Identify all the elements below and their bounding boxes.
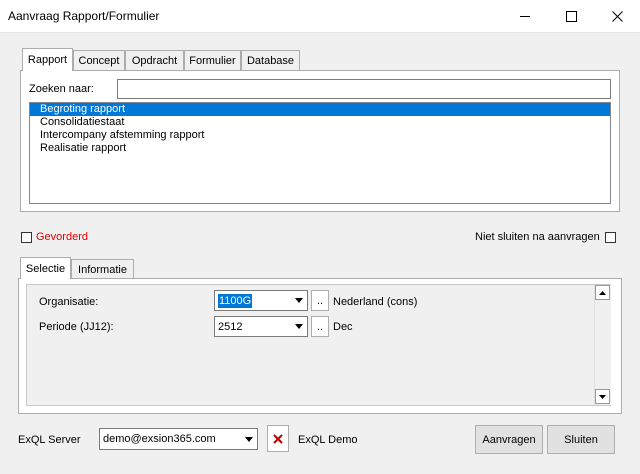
period-value: 2512: [218, 321, 243, 333]
server-value: demo@exsion365.com: [103, 433, 216, 445]
selection-scrollbar[interactable]: [594, 285, 611, 405]
organisation-value: 1100G: [218, 294, 253, 308]
period-label: Periode (JJ12):: [39, 321, 114, 333]
organisation-combobox[interactable]: 1100G: [214, 290, 308, 311]
scroll-up-icon: [599, 290, 606, 295]
close-window-button[interactable]: [594, 0, 640, 32]
period-browse-button[interactable]: ..: [311, 316, 329, 337]
tab-selectie[interactable]: Selectie: [20, 257, 71, 279]
delete-server-button[interactable]: [267, 425, 289, 452]
advanced-checkbox[interactable]: [21, 232, 32, 243]
search-input[interactable]: [117, 79, 611, 99]
tab-concept[interactable]: Concept: [73, 50, 125, 70]
period-dropdown-button[interactable]: [290, 317, 307, 336]
organisation-label: Organisatie:: [39, 296, 99, 308]
maximize-button[interactable]: [548, 0, 594, 32]
window-title: Aanvraag Rapport/Formulier: [8, 9, 160, 23]
tab-database[interactable]: Database: [241, 50, 300, 70]
chevron-down-icon: [294, 324, 303, 329]
tab-rapport[interactable]: Rapport: [22, 48, 73, 71]
keep-open-label: Niet sluiten na aanvragen: [475, 231, 600, 243]
server-label: ExQL Server: [18, 434, 81, 446]
minimize-button[interactable]: [502, 0, 548, 32]
minimize-icon: [519, 15, 530, 17]
keep-open-checkbox[interactable]: [605, 232, 616, 243]
close-button[interactable]: Sluiten: [547, 425, 615, 454]
organisation-dropdown-button[interactable]: [290, 291, 307, 310]
chevron-down-icon: [294, 298, 303, 303]
organisation-description: Nederland (cons): [333, 296, 418, 308]
request-button[interactable]: Aanvragen: [475, 425, 543, 454]
report-list[interactable]: Begroting rapport Consolidatiestaat Inte…: [29, 102, 611, 204]
tab-formulier[interactable]: Formulier: [184, 50, 241, 70]
server-combobox[interactable]: demo@exsion365.com: [99, 428, 258, 450]
list-item[interactable]: Begroting rapport: [30, 103, 610, 116]
tab-informatie[interactable]: Informatie: [71, 259, 134, 279]
list-item[interactable]: Realisatie rapport: [30, 142, 610, 155]
maximize-icon: [565, 10, 577, 22]
list-item[interactable]: Consolidatiestaat: [30, 116, 610, 129]
scroll-down-icon: [599, 394, 606, 399]
server-name: ExQL Demo: [298, 434, 358, 446]
tab-opdracht[interactable]: Opdracht: [125, 50, 184, 70]
scroll-down-button[interactable]: [595, 389, 610, 404]
advanced-label: Gevorderd: [36, 231, 88, 243]
scroll-up-button[interactable]: [595, 285, 610, 300]
chevron-down-icon: [244, 436, 253, 442]
search-label: Zoeken naar:: [29, 83, 94, 95]
delete-icon: [273, 433, 283, 444]
organisation-browse-button[interactable]: ..: [311, 290, 329, 311]
server-dropdown-button[interactable]: [240, 429, 257, 449]
list-item[interactable]: Intercompany afstemming rapport: [30, 129, 610, 142]
period-combobox[interactable]: 2512: [214, 316, 308, 337]
close-icon: [611, 10, 623, 22]
title-bar: Aanvraag Rapport/Formulier: [0, 0, 640, 32]
period-description: Dec: [333, 321, 353, 333]
